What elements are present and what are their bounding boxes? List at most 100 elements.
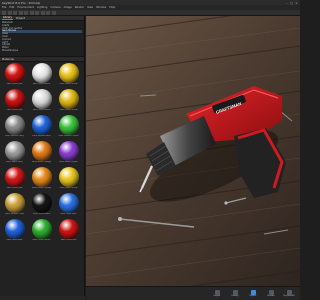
material-sphere-icon [4,89,25,109]
material-sphere-icon [58,115,79,135]
material-thumbnail[interactable]: Paint Gloss Orange [29,167,54,191]
material-label: Paint Gloss Red [6,187,23,189]
material-sphere-icon [31,115,52,135]
material-thumbnail[interactable]: Paint Matte Grey [2,141,27,165]
menu-help[interactable]: Help [109,6,115,9]
material-sphere-icon [4,193,25,213]
material-sphere-icon [31,89,52,109]
material-thumbnail[interactable]: Paint Gloss White [29,63,54,87]
library-button[interactable]: Library [228,289,242,298]
perspective-icon[interactable] [40,10,45,15]
project-button[interactable]: Project [246,289,260,297]
menu-image[interactable]: Image [64,6,72,9]
menu-view[interactable]: View [87,6,93,9]
reset-camera-icon[interactable] [51,10,56,15]
material-sphere-icon [58,141,79,161]
material-thumbnail[interactable]: Paint Gloss Red [2,63,27,87]
menu-window[interactable]: Window [96,6,106,9]
close-button[interactable]: × [294,1,299,5]
import-button[interactable]: Import [210,289,224,298]
material-sphere-icon [31,193,52,213]
material-label: Paint Gloss Red [60,239,77,241]
material-sphere-icon [31,167,52,187]
menu-lighting[interactable]: Lighting [37,6,47,9]
material-sphere-icon [58,167,79,187]
material-thumbnail[interactable]: Paint Gloss Blue [56,193,81,217]
material-label: Paint Metallic Grey [5,135,24,137]
material-sphere-icon [58,193,79,213]
pan-icon[interactable] [29,10,34,15]
tree-item[interactable]: Miscellaneous [2,49,82,53]
material-label: Paint Gloss Black [32,213,51,215]
performance-icon[interactable] [18,10,23,15]
material-thumbnail[interactable]: Paint Gloss White [29,89,54,113]
import-icon [214,289,220,295]
tab-library[interactable]: Library [2,16,14,20]
workspace-icon[interactable] [2,10,6,15]
material-label: Paint Gloss Orange [31,187,52,189]
material-sphere-icon [4,219,25,239]
material-sphere-icon [58,89,79,109]
material-thumbnail[interactable]: Paint Metallic Blue [29,115,54,139]
render-label: Render [267,295,275,298]
materials-header-label: Materials [2,57,14,61]
project-icon [250,289,256,295]
material-thumbnail[interactable]: Paint Gloss Yellow [56,63,81,87]
render-viewport[interactable]: CRAFTSMAN [86,16,300,286]
material-label: Paint Gloss Blue [60,213,77,215]
material-thumbnail[interactable]: Paint Metallic Gold [2,193,27,217]
material-label: Paint Metallic Green [58,135,79,137]
material-sphere-icon [4,167,25,187]
tab-project[interactable]: Project [15,17,26,20]
material-label: Paint Gloss White [32,109,51,111]
material-thumbnail[interactable]: Paint Gloss Black [29,193,54,217]
library-icon [232,289,238,295]
material-label: Paint Matte Purple [59,161,78,163]
material-label: Paint Gloss Red [6,83,23,85]
add-camera-icon[interactable] [46,10,50,15]
bottom-toolbar: Import Library Project Render KeyShotXR [86,286,300,300]
import-label: Import [213,295,221,298]
menu-render[interactable]: Render [75,6,84,9]
menu-camera[interactable]: Camera [50,6,60,9]
material-label: Paint Gloss Green [32,239,51,241]
material-thumbnail[interactable]: Paint Gloss Red [2,167,27,191]
pause-icon[interactable] [13,10,17,15]
material-thumbnail[interactable]: Paint Gloss Yellow [56,167,81,191]
library-label: Library [231,295,239,298]
material-label: Paint Metallic Gold [5,213,24,215]
render-button[interactable]: Render [264,289,278,298]
keyshotxr-icon [286,289,292,295]
material-folder-tree: Materials Axalta Cloth and Leather Gem S… [0,21,84,57]
material-label: Paint Gloss White [32,83,51,85]
material-thumbnail[interactable]: Paint Gloss Red [56,219,81,243]
material-thumbnail[interactable]: Paint Metallic Green [56,115,81,139]
material-label: Paint Gloss Blue [6,239,23,241]
materials-header: Materials [0,57,84,62]
render-icon [268,289,274,295]
menu-environment[interactable]: Environment [17,6,34,9]
material-thumbnail[interactable]: Paint Matte Orange [29,141,54,165]
cpu-icon[interactable] [7,10,12,15]
material-label: Paint Metallic Blue [32,135,51,137]
material-label: Paint Matte Orange [31,161,52,163]
menu-file[interactable]: File [2,6,6,9]
material-thumbnail[interactable]: Paint Gloss Yellow [56,89,81,113]
material-sphere-icon [58,63,79,83]
material-sphere-icon [31,63,52,83]
library-footer [0,296,85,300]
keyshotxr-button[interactable]: KeyShotXR [282,289,296,297]
material-thumbnail[interactable]: Paint Gloss Green [29,219,54,243]
material-thumbnail[interactable]: Paint Matte Purple [56,141,81,165]
material-thumbnail[interactable]: Paint Gloss Blue [2,219,27,243]
material-thumbnail[interactable]: Paint Metallic Grey [2,115,27,139]
dolly-icon[interactable] [35,10,39,15]
material-label: Paint Gloss Yellow [59,109,78,111]
material-sphere-icon [58,219,79,239]
material-thumbnail[interactable]: Paint Gloss Red [2,89,27,113]
material-label: Paint Gloss Red [6,109,23,111]
material-sphere-icon [4,115,25,135]
material-label: Paint Gloss Yellow [59,187,78,189]
menu-edit[interactable]: Edit [9,6,14,9]
tumble-icon[interactable] [24,10,28,15]
